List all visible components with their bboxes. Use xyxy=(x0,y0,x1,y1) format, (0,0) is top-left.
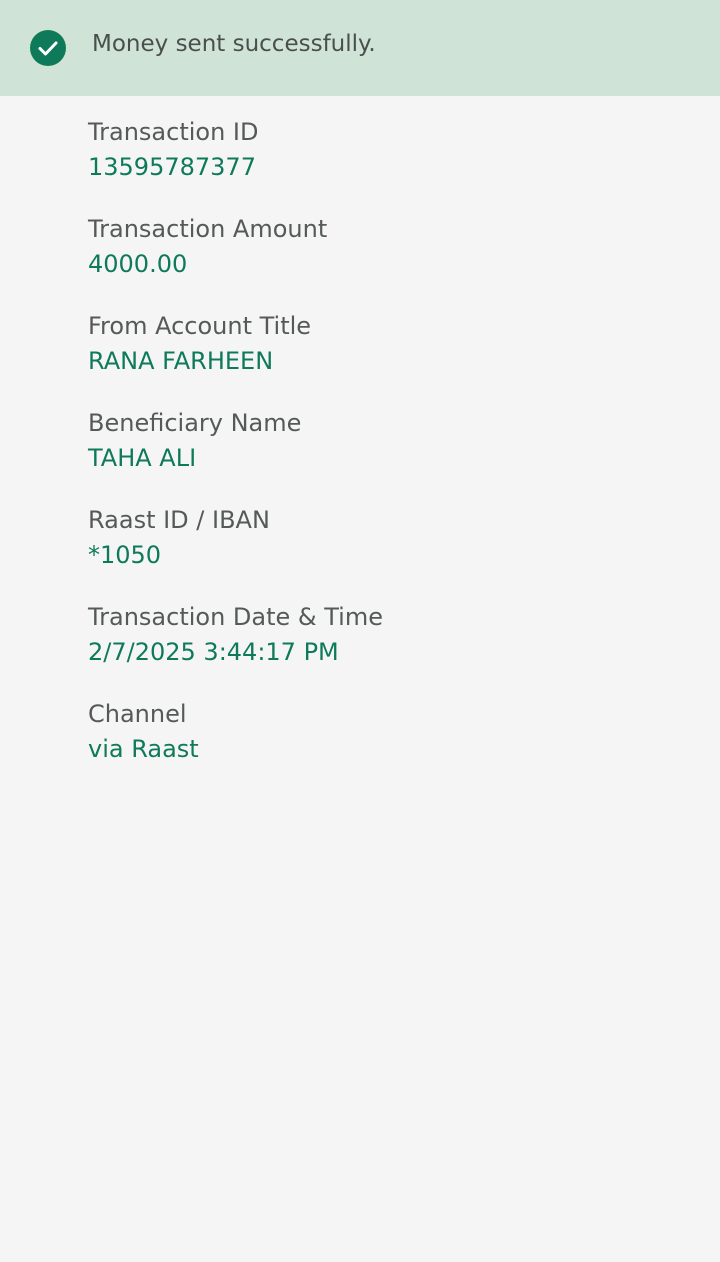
field-value: *1050 xyxy=(88,541,162,569)
success-message: Money sent successfully. xyxy=(92,31,376,57)
field-label: Channel xyxy=(88,700,187,728)
field-label: Transaction Amount xyxy=(88,215,328,243)
success-banner: Money sent successfully. xyxy=(0,0,720,96)
field-raast-id-iban: Raast ID / IBAN *1050 xyxy=(88,504,688,601)
transaction-details: Transaction ID 13595787377 Transaction A… xyxy=(88,116,688,795)
field-transaction-amount: Transaction Amount 4000.00 xyxy=(88,213,688,310)
field-transaction-date-time: Transaction Date & Time 2/7/2025 3:44:17… xyxy=(88,601,688,698)
field-value: TAHA ALI xyxy=(88,444,197,472)
field-from-account-title: From Account Title RANA FARHEEN xyxy=(88,310,688,407)
field-channel: Channel via Raast xyxy=(88,698,688,795)
field-value: 13595787377 xyxy=(88,153,256,181)
check-circle-icon xyxy=(30,30,66,66)
field-label: Transaction ID xyxy=(88,118,259,146)
field-value: 4000.00 xyxy=(88,250,188,278)
field-label: Beneficiary Name xyxy=(88,409,302,437)
field-label: Raast ID / IBAN xyxy=(88,506,270,534)
field-label: Transaction Date & Time xyxy=(88,603,383,631)
field-value: 2/7/2025 3:44:17 PM xyxy=(88,638,339,666)
field-value: via Raast xyxy=(88,735,199,763)
field-value: RANA FARHEEN xyxy=(88,347,274,375)
field-beneficiary-name: Beneficiary Name TAHA ALI xyxy=(88,407,688,504)
field-label: From Account Title xyxy=(88,312,312,340)
field-transaction-id: Transaction ID 13595787377 xyxy=(88,116,688,213)
